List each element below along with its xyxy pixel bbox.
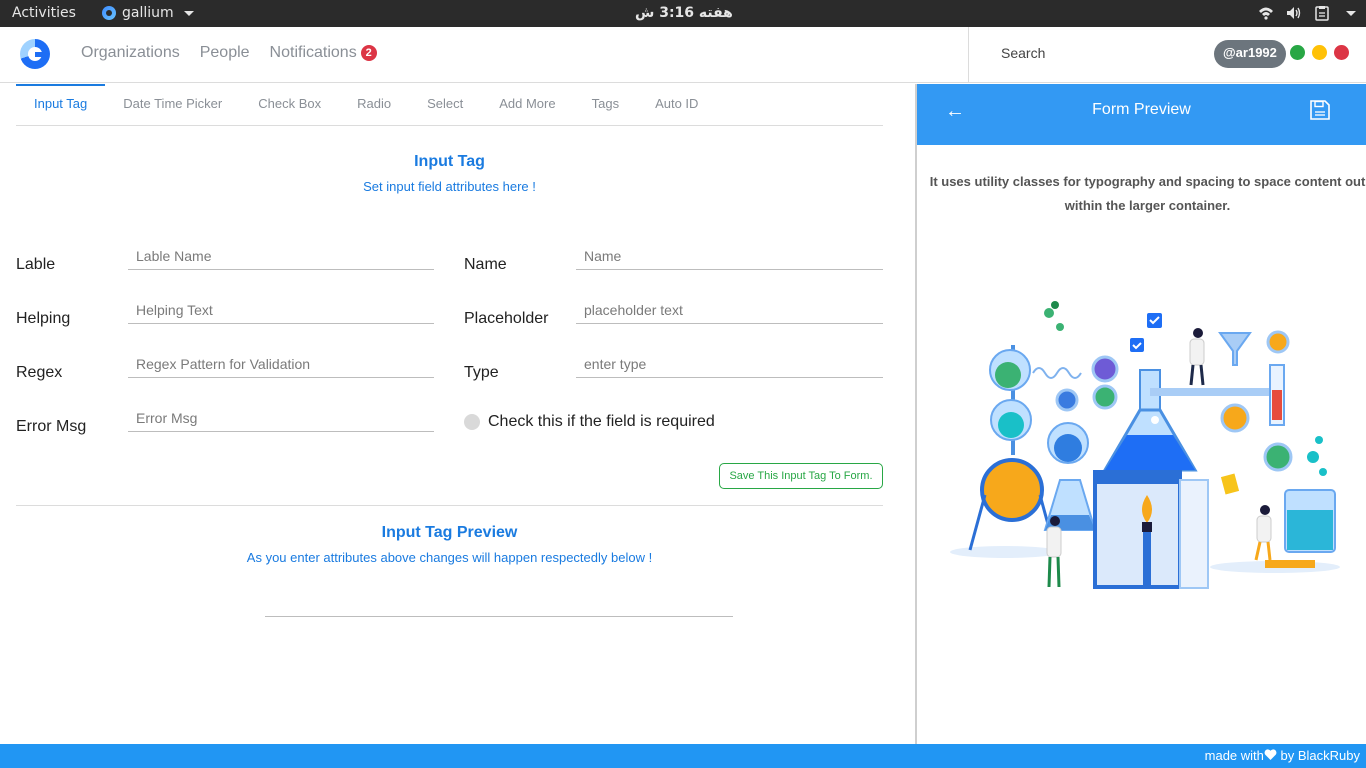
window-status-red[interactable] xyxy=(1334,45,1349,60)
laboratory-illustration xyxy=(950,301,1340,589)
save-icon[interactable] xyxy=(1309,99,1331,121)
helping-field-label: Helping xyxy=(16,310,71,327)
clipboard-icon xyxy=(1315,6,1329,21)
header-divider xyxy=(968,27,969,83)
system-tray[interactable] xyxy=(1258,5,1356,21)
main-nav: Organizations People Notifications 2 xyxy=(81,44,377,62)
field-type-tabs: Input Tag Date Time Picker Check Box Rad… xyxy=(16,84,883,126)
tab-check-box[interactable]: Check Box xyxy=(240,84,339,125)
window-status-yellow[interactable] xyxy=(1312,45,1327,60)
nav-notifications[interactable]: Notifications 2 xyxy=(270,44,377,62)
clock[interactable]: هفته 3:16 ش xyxy=(635,5,733,21)
form-preview-title: Form Preview xyxy=(1092,101,1191,118)
tag-preview-title: Input Tag Preview xyxy=(381,524,518,541)
nav-notifications-label: Notifications xyxy=(269,44,357,61)
tab-radio[interactable]: Radio xyxy=(339,84,409,125)
required-checkbox-label: Check this if the field is required xyxy=(488,413,715,430)
heart-icon xyxy=(1264,749,1277,760)
volume-icon xyxy=(1287,7,1301,19)
footer: made with by BlackRuby xyxy=(0,744,1366,768)
window-status-green[interactable] xyxy=(1290,45,1305,60)
search-input[interactable]: Search xyxy=(1001,45,1045,61)
tab-input-tag[interactable]: Input Tag xyxy=(16,84,106,125)
regex-input[interactable] xyxy=(128,350,434,378)
regex-field-label: Regex xyxy=(16,364,63,381)
name-field-label: Name xyxy=(464,256,507,273)
nav-people[interactable]: People xyxy=(200,44,250,62)
form-preview-description: It uses utility classes for typography a… xyxy=(929,174,1366,213)
tab-add-more[interactable]: Add More xyxy=(481,84,573,125)
label-name-input[interactable] xyxy=(128,242,434,270)
label-field-label: Lable xyxy=(16,256,56,273)
chevron-down-icon xyxy=(1346,10,1356,16)
notification-count-badge: 2 xyxy=(360,44,377,61)
placeholder-field-label: Placeholder xyxy=(464,310,549,327)
section-divider xyxy=(16,505,883,506)
tag-preview-subtitle: As you enter attributes above changes wi… xyxy=(246,550,653,565)
footer-made-with: made with xyxy=(1204,748,1264,763)
panel-divider[interactable] xyxy=(915,84,917,744)
tab-date-time-picker[interactable]: Date Time Picker xyxy=(105,84,240,125)
app-menu[interactable]: gallium xyxy=(102,5,194,21)
app-name-label: gallium xyxy=(122,5,174,21)
form-subtitle: Set input field attributes here ! xyxy=(363,179,536,194)
app-header: Organizations People Notifications 2 Sear… xyxy=(0,27,1366,83)
preview-input-field[interactable] xyxy=(265,616,733,617)
name-input[interactable] xyxy=(576,242,883,270)
footer-credit: made with by BlackRuby xyxy=(1205,748,1360,763)
error-msg-input[interactable] xyxy=(128,404,434,432)
wifi-icon xyxy=(1259,7,1273,20)
type-input[interactable] xyxy=(576,350,883,378)
tab-tags[interactable]: Tags xyxy=(574,84,637,125)
activities-button[interactable]: Activities xyxy=(12,5,76,21)
save-input-tag-button[interactable]: Save This Input Tag To Form. xyxy=(719,463,883,489)
footer-author[interactable]: by BlackRuby xyxy=(1281,748,1360,763)
form-preview-header: ← Form Preview xyxy=(917,84,1366,145)
system-top-bar: Activities gallium هفته 3:16 ش xyxy=(0,0,1366,27)
required-checkbox[interactable]: Check this if the field is required xyxy=(464,413,715,431)
checkbox-circle-icon xyxy=(464,414,480,430)
type-field-label: Type xyxy=(464,364,499,381)
chevron-down-icon xyxy=(183,10,194,16)
error-msg-field-label: Error Msg xyxy=(16,418,87,435)
user-badge[interactable]: @ar1992 xyxy=(1214,40,1286,68)
gallium-app-icon xyxy=(102,6,116,20)
form-title: Input Tag xyxy=(414,153,485,170)
placeholder-input[interactable] xyxy=(576,296,883,324)
tab-auto-id[interactable]: Auto ID xyxy=(637,84,716,125)
helping-text-input[interactable] xyxy=(128,296,434,324)
gallium-logo[interactable] xyxy=(20,39,50,69)
tab-select[interactable]: Select xyxy=(409,84,481,125)
nav-organizations[interactable]: Organizations xyxy=(81,44,180,62)
